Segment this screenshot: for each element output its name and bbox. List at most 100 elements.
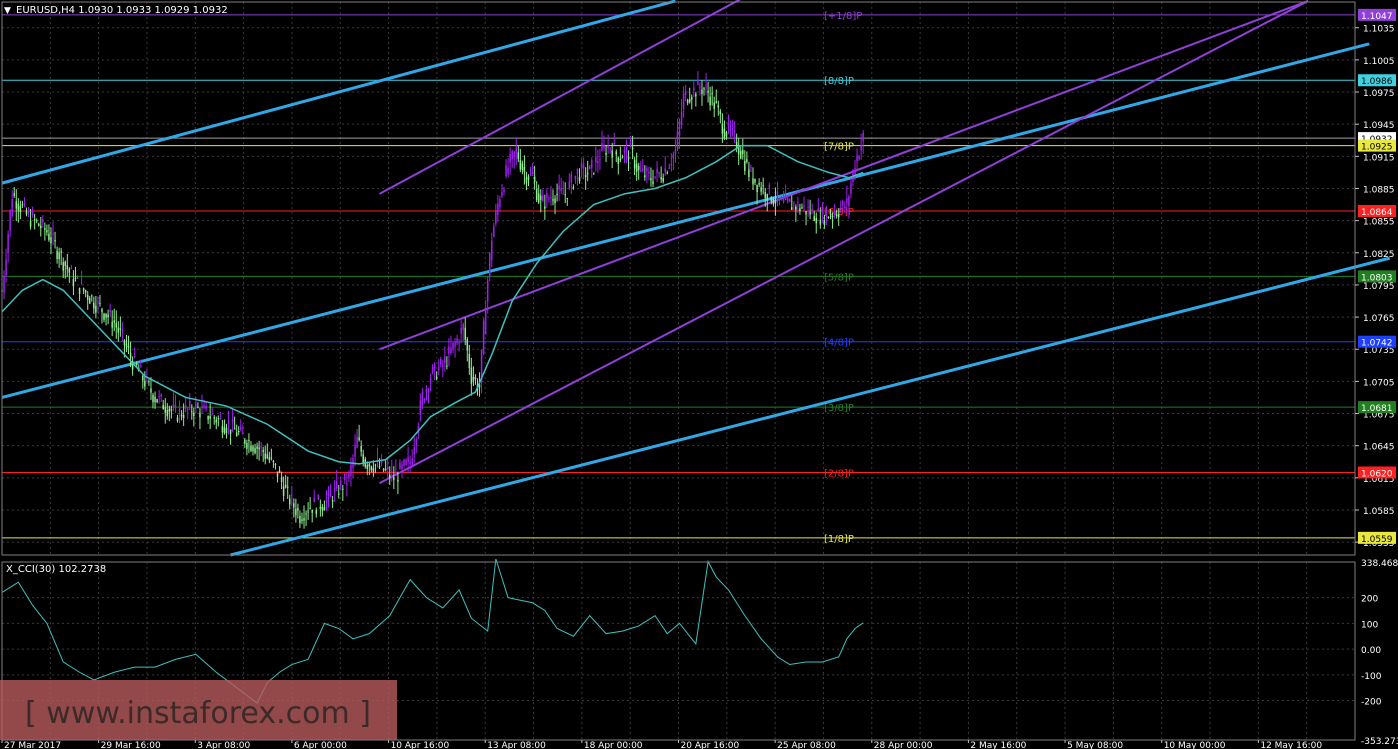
price-tag-label: 1.0986 — [1361, 77, 1393, 87]
price-tick-label: 1.0765 — [1363, 314, 1395, 324]
candle-body — [525, 177, 528, 184]
candle-body — [562, 193, 564, 195]
cci-tick-label: 100 — [1361, 620, 1378, 630]
candle-body — [454, 342, 456, 347]
candle-body — [711, 93, 713, 95]
candle-body — [295, 508, 297, 516]
dropdown-arrow-icon[interactable]: ▼ — [4, 6, 11, 16]
candle-body — [356, 436, 358, 448]
candle-body — [833, 213, 836, 215]
candle-body — [503, 189, 505, 192]
murrey-level-label: [7/8]P — [824, 142, 854, 153]
candle-body — [595, 156, 597, 163]
candle-body — [813, 216, 815, 221]
candle-body — [486, 280, 489, 302]
candle-body — [358, 437, 360, 441]
candle-body — [82, 288, 85, 291]
candle-body — [691, 97, 693, 100]
candle-body — [56, 250, 58, 260]
candle-body — [174, 404, 177, 408]
candle-body — [107, 314, 109, 318]
candle-body — [325, 499, 328, 502]
candle-body — [513, 151, 515, 158]
candle-body — [488, 253, 491, 278]
candle-body — [219, 418, 222, 420]
cci-tick-label: 200 — [1361, 595, 1378, 605]
murrey-level-label: [5/8]P — [824, 272, 854, 283]
candle-body — [570, 174, 573, 183]
candle-body — [799, 208, 801, 211]
candle-body — [517, 152, 520, 160]
candle-body — [348, 472, 350, 478]
candle-body — [399, 462, 401, 470]
candle-body — [378, 466, 381, 468]
candle-body — [839, 208, 842, 210]
candle-body — [674, 149, 677, 154]
candle-body — [435, 376, 438, 379]
candle-body — [758, 182, 760, 185]
candle-body — [697, 79, 699, 86]
candle-body — [658, 172, 660, 175]
candle-body — [446, 365, 448, 367]
candle-body — [297, 508, 299, 511]
candle-body — [429, 378, 432, 383]
candle-body — [652, 181, 654, 184]
candle-body — [140, 366, 142, 368]
candle-body — [397, 479, 399, 482]
candle-body — [188, 400, 191, 406]
candle-body — [548, 198, 550, 200]
candle-body — [684, 90, 687, 95]
candle-body — [784, 195, 787, 201]
candle-body — [197, 407, 199, 409]
candle-body — [440, 358, 442, 365]
time-label: 25 Apr 08:00 — [777, 741, 836, 749]
candle-body — [80, 281, 83, 283]
candle-body — [572, 187, 575, 189]
candle-body — [154, 396, 156, 403]
candle-body — [125, 343, 128, 348]
candle-body — [213, 417, 215, 419]
candle-body — [442, 365, 444, 367]
candle-body — [644, 175, 646, 178]
candle-body — [731, 126, 734, 130]
price-tick-label: 1.0705 — [1363, 378, 1395, 388]
candle-body — [705, 85, 707, 87]
candle-body — [44, 228, 46, 230]
candle-body — [54, 240, 56, 242]
candle-body — [354, 444, 356, 457]
candle-body — [660, 177, 662, 180]
candle-body — [556, 194, 558, 196]
price-tick-label: 1.0975 — [1363, 89, 1395, 99]
candle-body — [127, 345, 130, 348]
candle-body — [11, 198, 13, 216]
candle-body — [37, 223, 40, 226]
candle-body — [664, 168, 666, 173]
price-tag-label: 1.1047 — [1361, 12, 1393, 22]
candle-body — [260, 446, 262, 448]
candle-body — [203, 405, 205, 408]
candle-body — [299, 516, 301, 524]
candle-body — [244, 439, 246, 444]
price-tick-label: 1.0795 — [1363, 282, 1395, 292]
candle-body — [776, 191, 779, 195]
candle-body — [580, 163, 583, 168]
candle-body — [323, 506, 326, 511]
murrey-level-label: [1/8]P — [824, 534, 854, 545]
candle-body — [301, 519, 303, 522]
candle-body — [205, 406, 207, 409]
candle-body — [484, 310, 487, 335]
candle-body — [862, 132, 864, 142]
time-label: 20 Apr 16:00 — [681, 741, 740, 749]
candle-body — [613, 143, 615, 145]
candle-body — [680, 111, 683, 125]
candle-body — [509, 153, 511, 163]
candle-body — [286, 486, 289, 488]
candle-body — [103, 313, 105, 320]
candle-body — [742, 149, 744, 155]
candle-body — [246, 442, 248, 449]
candle-body — [270, 457, 273, 459]
candle-body — [229, 429, 232, 434]
candle-body — [748, 169, 750, 178]
candle-body — [142, 376, 144, 381]
candle-body — [211, 414, 213, 416]
